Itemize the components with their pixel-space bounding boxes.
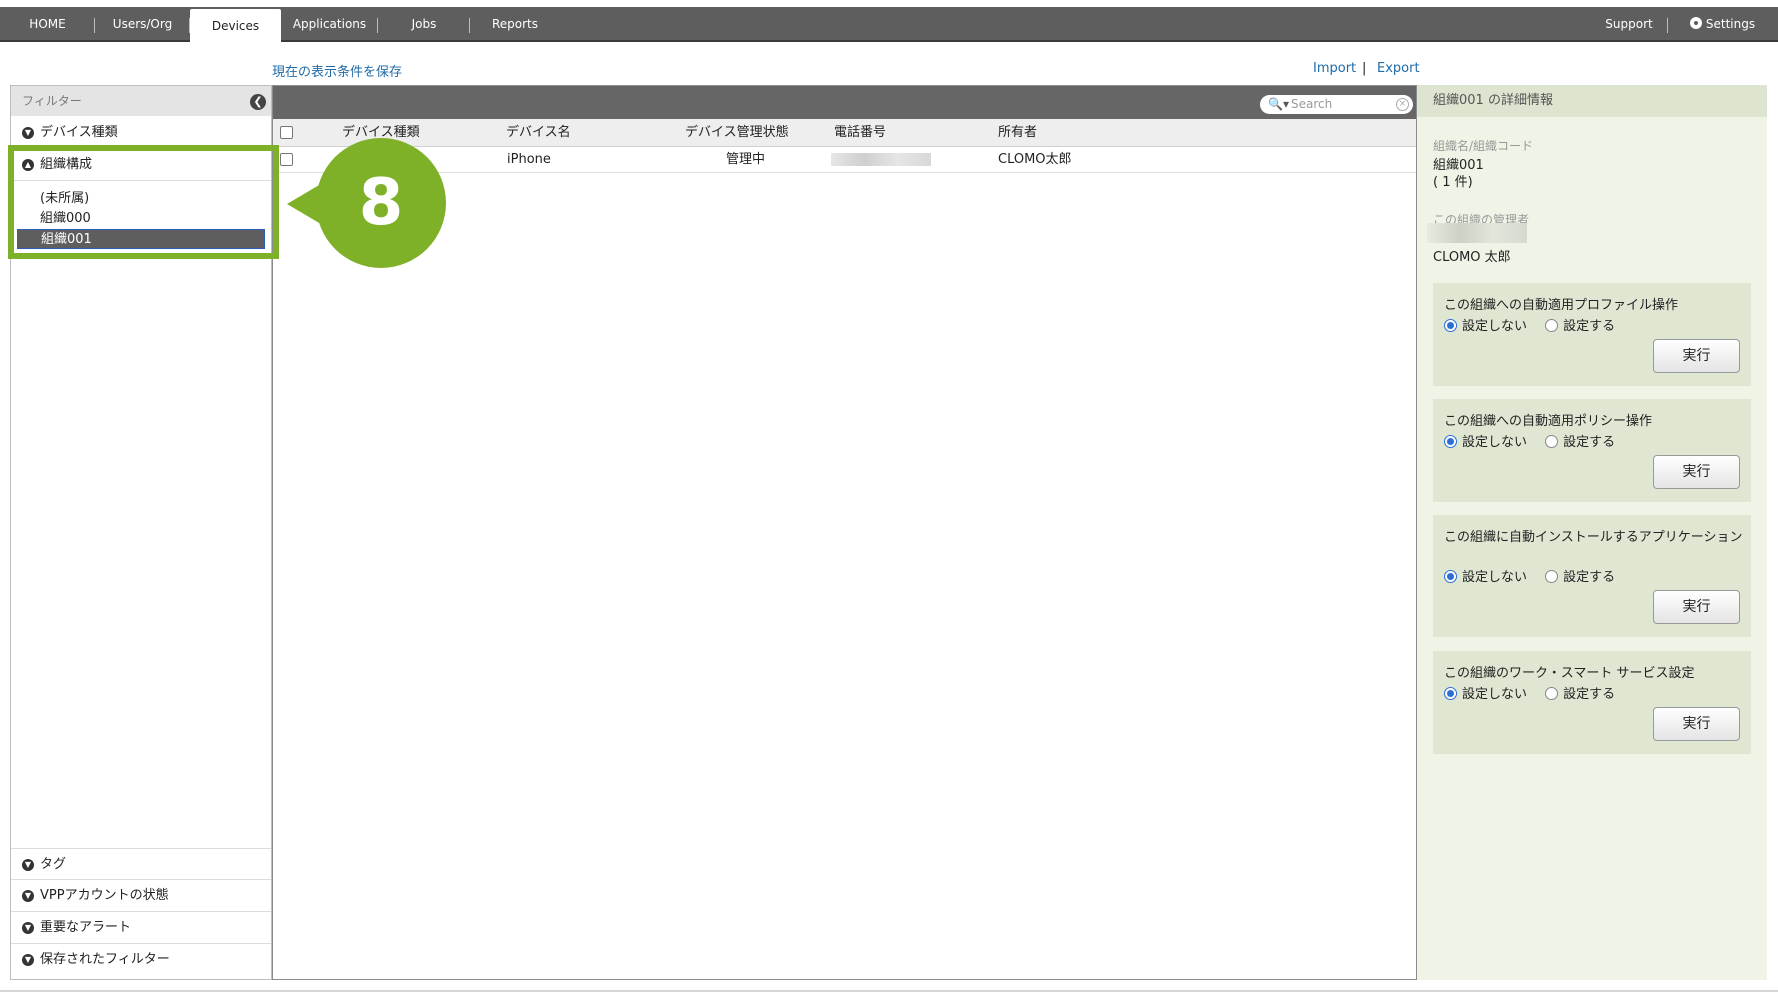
org-device-count: ( 1 件)	[1433, 175, 1473, 190]
table-row[interactable]: iPhone 管理中 CLOMO太郎	[273, 147, 1416, 173]
admin-value: CLOMO 太郎	[1433, 250, 1511, 265]
org-detail-panel: 組織001 の詳細情報 組織名/組織コード 組織001 ( 1 件) この組織の…	[1417, 85, 1767, 980]
settings-link[interactable]: Settings	[1680, 7, 1765, 42]
filter-vpp-label: VPPアカウントの状態	[40, 888, 169, 903]
radio-on-label: 設定する	[1563, 570, 1616, 585]
link-separator: |	[1362, 61, 1367, 76]
app-window: HOME Users/Org Devices Applications Jobs…	[0, 0, 1778, 1000]
row-checkbox[interactable]	[280, 153, 293, 166]
chevron-down-icon: ▼	[22, 127, 34, 139]
bottom-divider	[0, 990, 1778, 992]
filter-title: フィルター	[22, 94, 82, 108]
filter-saved[interactable]: ▼ 保存されたフィルター	[11, 944, 271, 976]
collapse-sidebar-icon[interactable]: ❮	[250, 94, 266, 110]
callout-step-badge: 8	[316, 138, 446, 268]
profile-settings-card: この組織への自動適用プロファイル操作 設定しない 設定する 実行	[1433, 283, 1751, 386]
detail-title: 組織001 の詳細情報	[1417, 85, 1767, 117]
radio-on[interactable]	[1545, 435, 1559, 448]
save-view-link[interactable]: 現在の表示条件を保存	[272, 61, 402, 80]
radio-off[interactable]	[1444, 687, 1457, 700]
execute-button[interactable]: 実行	[1653, 590, 1740, 624]
radio-off-label: 設定しない	[1462, 570, 1528, 585]
clear-search-icon[interactable]: ×	[1396, 98, 1409, 111]
filter-alerts-label: 重要なアラート	[40, 920, 132, 935]
execute-button[interactable]: 実行	[1653, 455, 1740, 489]
radio-on[interactable]	[1545, 570, 1559, 583]
filter-header: フィルター ❮	[11, 86, 271, 116]
tab-reports[interactable]: Reports	[470, 7, 560, 42]
filter-saved-label: 保存されたフィルター	[40, 952, 170, 967]
policy-settings-card: この組織への自動適用ポリシー操作 設定しない 設定する 実行	[1433, 399, 1751, 502]
radio-off[interactable]	[1444, 570, 1457, 583]
gear-icon	[1689, 17, 1702, 29]
top-nav: HOME Users/Org Devices Applications Jobs…	[0, 7, 1778, 44]
filter-tag-label: タグ	[40, 857, 67, 872]
tab-users-org[interactable]: Users/Org	[95, 7, 190, 42]
table-toolbar: 🔍▾ Search ×	[273, 86, 1416, 119]
radio-on-label: 設定する	[1563, 319, 1616, 334]
radio-off[interactable]	[1444, 319, 1457, 332]
chevron-down-icon: ▼	[22, 954, 34, 966]
cell-device-name: iPhone	[507, 152, 551, 167]
cell-status: 管理中	[726, 152, 766, 167]
col-device-name[interactable]: デバイス名	[506, 119, 571, 147]
card-title: この組織への自動適用ポリシー操作	[1444, 414, 1653, 429]
import-link[interactable]: Import	[1313, 61, 1356, 76]
filter-tag[interactable]: ▼ タグ	[11, 848, 271, 880]
radio-off-label: 設定しない	[1462, 435, 1528, 450]
tab-devices[interactable]: Devices	[190, 9, 281, 44]
support-link[interactable]: Support	[1590, 7, 1668, 42]
cell-owner: CLOMO太郎	[998, 152, 1072, 167]
radio-on[interactable]	[1545, 687, 1559, 700]
radio-off-label: 設定しない	[1462, 687, 1528, 702]
radio-off-label: 設定しない	[1462, 319, 1528, 334]
col-owner[interactable]: 所有者	[998, 119, 1037, 147]
execute-button[interactable]: 実行	[1653, 339, 1740, 373]
card-title: この組織に自動インストールするアプリケーション	[1444, 530, 1743, 545]
tab-jobs[interactable]: Jobs	[378, 7, 470, 42]
chevron-down-icon: ▼	[22, 890, 34, 902]
card-title: この組織のワーク・スマート サービス設定	[1444, 666, 1695, 681]
filter-vpp[interactable]: ▼ VPPアカウントの状態	[11, 880, 271, 912]
col-phone[interactable]: 電話番号	[834, 119, 886, 147]
settings-label: Settings	[1705, 17, 1756, 31]
org-name-label: 組織名/組織コード	[1433, 139, 1534, 153]
chevron-down-icon: ▼	[22, 922, 34, 934]
table-header: デバイス種類 デバイス名 デバイス管理状態 電話番号 所有者	[273, 119, 1416, 147]
admin-redacted	[1427, 223, 1527, 243]
phone-redacted	[831, 153, 931, 166]
search-input[interactable]: 🔍▾ Search ×	[1260, 95, 1413, 114]
tab-home[interactable]: HOME	[0, 7, 95, 42]
app-install-card: この組織に自動インストールするアプリケーション 設定しない 設定する 実行	[1433, 515, 1751, 637]
radio-on[interactable]	[1545, 319, 1559, 332]
card-title: この組織への自動適用プロファイル操作	[1444, 298, 1679, 313]
work-smart-card: この組織のワーク・スマート サービス設定 設定しない 設定する 実行	[1433, 651, 1751, 754]
radio-on-label: 設定する	[1563, 687, 1616, 702]
export-link[interactable]: Export	[1377, 61, 1420, 76]
radio-on-label: 設定する	[1563, 435, 1616, 450]
filter-alerts[interactable]: ▼ 重要なアラート	[11, 912, 271, 944]
select-all-checkbox[interactable]	[280, 126, 293, 139]
search-placeholder: Search	[1290, 97, 1333, 111]
radio-off[interactable]	[1444, 435, 1457, 448]
chevron-down-icon: ▼	[22, 859, 34, 871]
execute-button[interactable]: 実行	[1653, 707, 1740, 741]
col-management-status[interactable]: デバイス管理状態	[685, 119, 789, 147]
callout-highlight-box	[8, 145, 279, 259]
search-icon: 🔍▾	[1268, 97, 1289, 111]
tab-applications[interactable]: Applications	[281, 7, 378, 42]
filter-device-type-label: デバイス種類	[40, 125, 118, 140]
